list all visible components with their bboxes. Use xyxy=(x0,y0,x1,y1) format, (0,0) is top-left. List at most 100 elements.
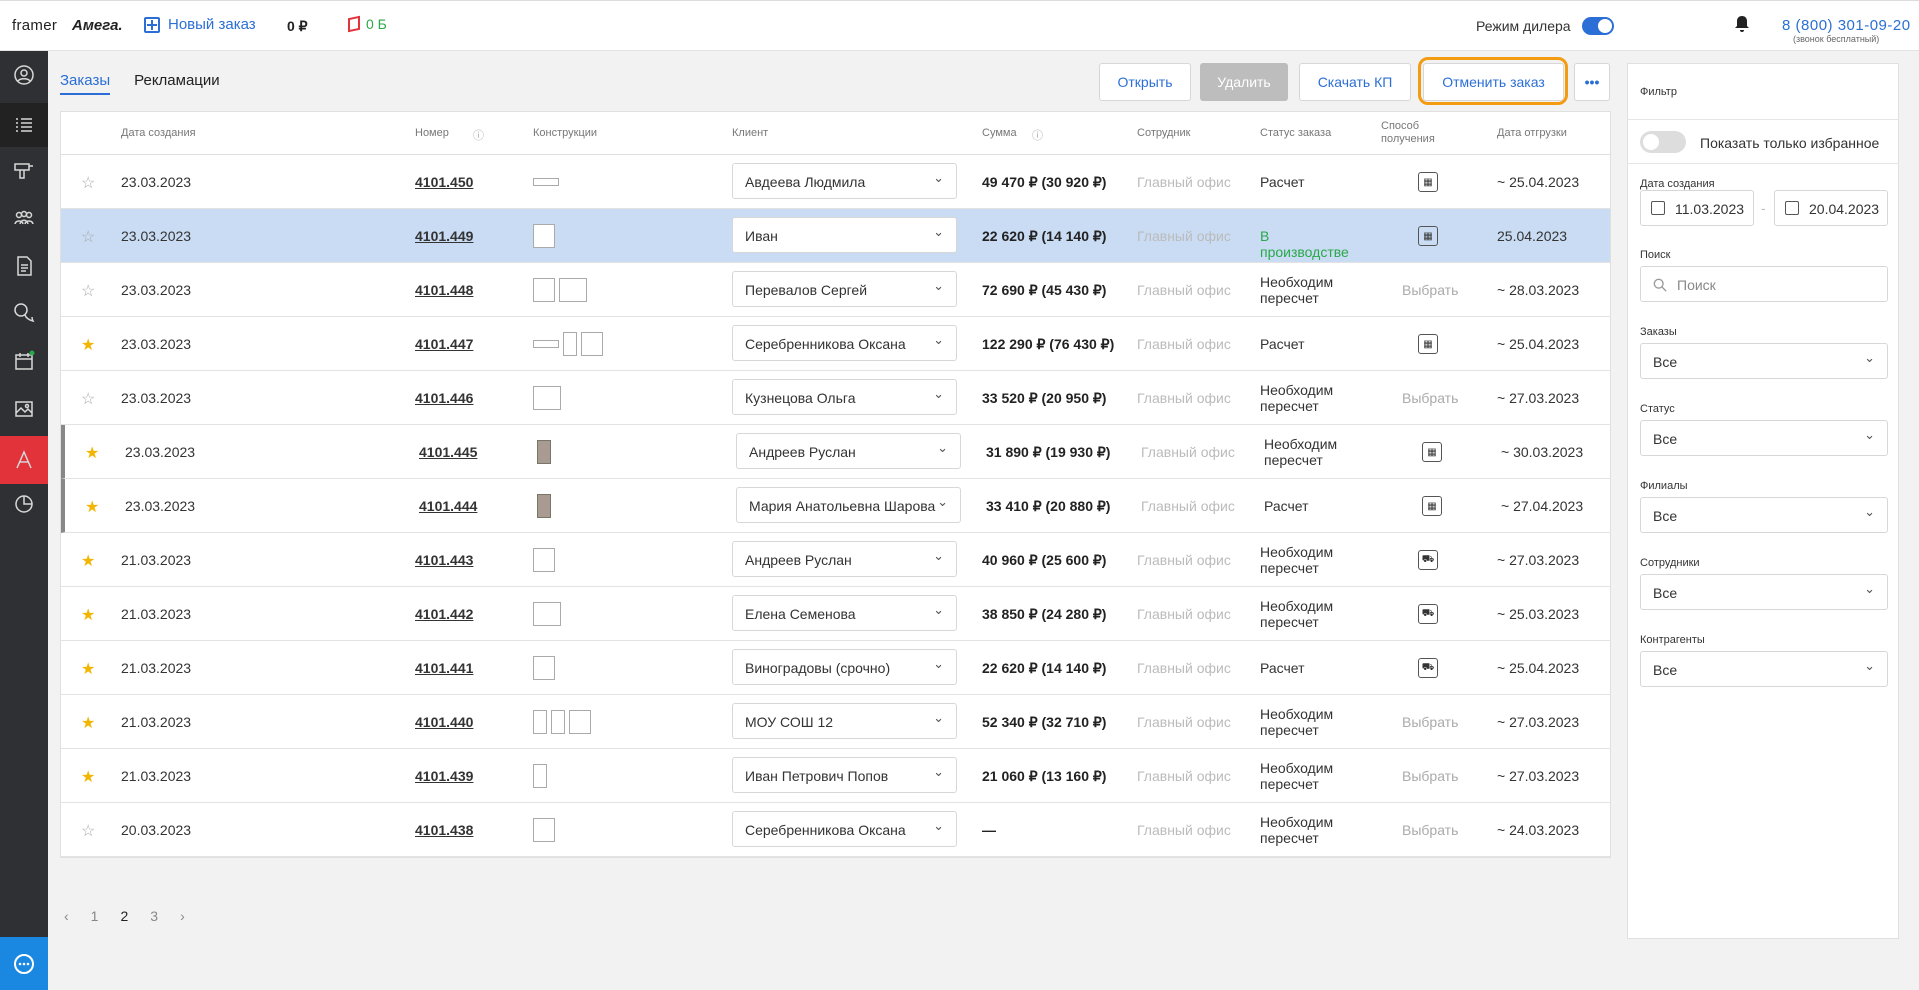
page-2[interactable]: 2 xyxy=(120,908,128,924)
col-employee[interactable]: Сотрудник xyxy=(1137,127,1190,139)
table-row[interactable]: ☆ 23.03.2023 4101.450 Авдеева Людмила 49 470… xyxy=(61,155,1610,209)
favorite-star-icon[interactable]: ☆ xyxy=(81,173,95,193)
client-select[interactable]: Авдеева Людмила xyxy=(732,163,957,199)
chat-button[interactable] xyxy=(0,937,48,990)
order-number-link[interactable]: 4101.449 xyxy=(415,228,473,244)
favorite-star-icon[interactable]: ★ xyxy=(81,713,95,733)
favorite-star-icon[interactable]: ★ xyxy=(85,443,99,463)
col-number[interactable]: Номер xyxy=(415,127,449,139)
orders-select[interactable]: Все xyxy=(1640,343,1888,379)
open-button[interactable]: Открыть xyxy=(1099,63,1191,101)
table-row[interactable]: ☆ 20.03.2023 4101.438 Серебренникова Оксана… xyxy=(61,803,1610,857)
search-input[interactable]: Поиск xyxy=(1640,266,1888,302)
client-select[interactable]: Иван Петрович Попов xyxy=(732,757,957,793)
client-select[interactable]: Мария Анатольевна Шарова xyxy=(736,487,961,523)
date-from-field[interactable]: 11.03.2023 xyxy=(1640,190,1754,226)
table-row[interactable]: ☆ 23.03.2023 4101.449 Иван 22 620 ₽ (14 140 … xyxy=(61,209,1610,263)
col-delivery[interactable]: Способ получения xyxy=(1381,120,1451,146)
client-select[interactable]: Елена Семенова xyxy=(732,595,957,631)
statistics-icon[interactable] xyxy=(0,484,48,524)
employees-select[interactable]: Все xyxy=(1640,574,1888,610)
favorite-star-icon[interactable]: ★ xyxy=(81,551,95,571)
truck-icon[interactable]: ⛟ xyxy=(1418,658,1438,678)
choose-delivery-link[interactable]: Выбрать xyxy=(1402,822,1458,838)
order-number-link[interactable]: 4101.443 xyxy=(415,552,473,568)
help-icon[interactable]: ⓘ xyxy=(1032,127,1043,143)
page-1[interactable]: 1 xyxy=(91,908,99,924)
warehouse-icon[interactable]: ▦ xyxy=(1418,334,1438,354)
counterparties-select[interactable]: Все xyxy=(1640,651,1888,687)
choose-delivery-link[interactable]: Выбрать xyxy=(1402,714,1458,730)
choose-delivery-link[interactable]: Выбрать xyxy=(1402,768,1458,784)
document-icon[interactable] xyxy=(0,246,48,286)
choose-delivery-link[interactable]: Выбрать xyxy=(1402,282,1458,298)
favorite-star-icon[interactable]: ★ xyxy=(81,659,95,679)
favorite-star-icon[interactable]: ★ xyxy=(81,767,95,787)
col-date[interactable]: Дата создания xyxy=(121,127,196,139)
dealer-mode-toggle[interactable] xyxy=(1582,17,1614,35)
client-select[interactable]: Серебренникова Оксана xyxy=(732,325,957,361)
amega-app-icon[interactable] xyxy=(0,436,48,484)
drill-icon[interactable] xyxy=(0,151,48,191)
table-row[interactable]: ☆ 23.03.2023 4101.446 Кузнецова Ольга 33 520… xyxy=(61,371,1610,425)
table-row[interactable]: ★ 23.03.2023 4101.444 Мария Анатольевна Шар… xyxy=(61,479,1610,533)
table-row[interactable]: ★ 23.03.2023 4101.447 Серебренникова Оксана… xyxy=(61,317,1610,371)
help-icon[interactable]: ⓘ xyxy=(473,127,484,143)
users-icon[interactable] xyxy=(0,198,48,238)
client-select[interactable]: Серебренникова Оксана xyxy=(732,811,957,847)
order-number-link[interactable]: 4101.441 xyxy=(415,660,473,676)
table-row[interactable]: ★ 21.03.2023 4101.439 Иван Петрович Попов 21… xyxy=(61,749,1610,803)
order-number-link[interactable]: 4101.448 xyxy=(415,282,473,298)
table-row[interactable]: ★ 21.03.2023 4101.442 Елена Семенова 38 850 … xyxy=(61,587,1610,641)
col-sum[interactable]: Сумма xyxy=(982,127,1017,139)
new-order-button[interactable]: Новый заказ xyxy=(144,16,256,33)
order-number-link[interactable]: 4101.439 xyxy=(415,768,473,784)
order-number-link[interactable]: 4101.444 xyxy=(419,498,477,514)
table-row[interactable]: ★ 21.03.2023 4101.441 Виноградовы (срочно) 2… xyxy=(61,641,1610,695)
prev-page[interactable]: ‹ xyxy=(64,908,69,924)
order-number-link[interactable]: 4101.446 xyxy=(415,390,473,406)
warehouse-icon[interactable]: ▦ xyxy=(1422,496,1442,516)
order-number-link[interactable]: 4101.440 xyxy=(415,714,473,730)
col-ship-date[interactable]: Дата отгрузки xyxy=(1497,127,1567,139)
download-kp-button[interactable]: Скачать КП xyxy=(1299,63,1411,101)
order-number-link[interactable]: 4101.442 xyxy=(415,606,473,622)
warehouse-icon[interactable]: ▦ xyxy=(1418,172,1438,192)
tab-orders[interactable]: Заказы xyxy=(60,72,111,95)
col-status[interactable]: Статус заказа xyxy=(1260,127,1331,139)
gallery-icon[interactable] xyxy=(0,389,48,429)
favorites-toggle[interactable] xyxy=(1640,131,1686,153)
orders-list-icon[interactable] xyxy=(0,103,48,147)
order-number-link[interactable]: 4101.438 xyxy=(415,822,473,838)
order-number-link[interactable]: 4101.445 xyxy=(419,444,477,460)
favorite-star-icon[interactable]: ☆ xyxy=(81,389,95,409)
branches-select[interactable]: Все xyxy=(1640,497,1888,533)
truck-icon[interactable]: ⛟ xyxy=(1418,550,1438,570)
client-select[interactable]: МОУ СОШ 12 xyxy=(732,703,957,739)
favorite-star-icon[interactable]: ☆ xyxy=(81,821,95,841)
date-to-field[interactable]: 20.04.2023 xyxy=(1774,190,1888,226)
client-select[interactable]: Иван xyxy=(732,217,957,253)
choose-delivery-link[interactable]: Выбрать xyxy=(1402,390,1458,406)
client-select[interactable]: Перевалов Сергей xyxy=(732,271,957,307)
status-select[interactable]: Все xyxy=(1640,420,1888,456)
next-page[interactable]: › xyxy=(180,908,185,924)
truck-icon[interactable]: ⛟ xyxy=(1418,604,1438,624)
order-number-link[interactable]: 4101.447 xyxy=(415,336,473,352)
favorite-star-icon[interactable]: ☆ xyxy=(81,281,95,301)
client-select[interactable]: Андреев Руслан xyxy=(736,433,961,469)
favorite-star-icon[interactable]: ☆ xyxy=(81,227,95,247)
table-row[interactable]: ★ 21.03.2023 4101.440 МОУ СОШ 12 52 340 ₽ (3… xyxy=(61,695,1610,749)
favorite-star-icon[interactable]: ★ xyxy=(85,497,99,517)
warehouse-icon[interactable]: ▦ xyxy=(1418,226,1438,246)
client-select[interactable]: Андреев Руслан xyxy=(732,541,957,577)
client-select[interactable]: Кузнецова Ольга xyxy=(732,379,957,415)
page-3[interactable]: 3 xyxy=(150,908,158,924)
tab-claims[interactable]: Рекламации xyxy=(134,72,220,95)
phone-number[interactable]: 8 (800) 301-09-20 xyxy=(1782,17,1911,34)
favorite-star-icon[interactable]: ★ xyxy=(81,605,95,625)
table-row[interactable]: ★ 21.03.2023 4101.443 Андреев Руслан 40 960 … xyxy=(61,533,1610,587)
delete-button[interactable]: Удалить xyxy=(1200,63,1288,101)
client-select[interactable]: Виноградовы (срочно) xyxy=(732,649,957,685)
favorite-star-icon[interactable]: ★ xyxy=(81,335,95,355)
